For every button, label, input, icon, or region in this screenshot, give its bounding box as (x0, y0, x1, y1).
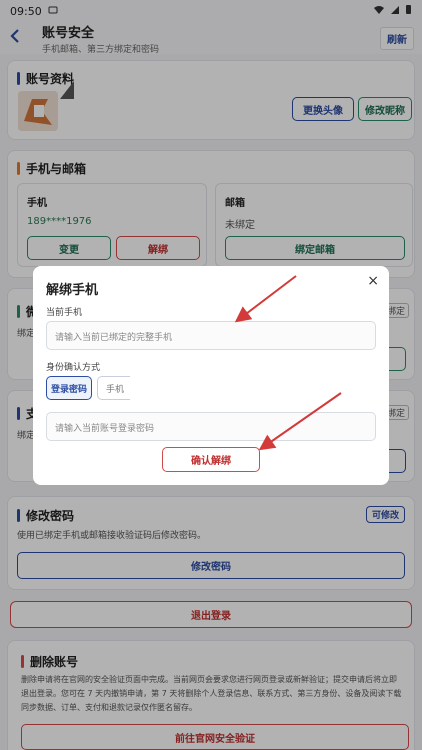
current-phone-label: 当前手机 (46, 308, 83, 318)
tab-phone-label: 手机 (106, 385, 125, 395)
login-password-input[interactable]: 请输入当前账号登录密码 (46, 412, 376, 441)
verify-method-label: 身份确认方式 (46, 363, 101, 373)
dialog-title: 解绑手机 (46, 283, 99, 298)
unbind-phone-dialog: 解绑手机 × 当前手机 请输入当前已绑定的完整手机 身份确认方式 登录密码 手机… (33, 266, 389, 485)
close-icon: × (367, 273, 379, 289)
tab-login-password[interactable]: 登录密码 (46, 376, 92, 400)
dialog-close-button[interactable]: × (367, 273, 379, 289)
current-phone-placeholder: 请输入当前已绑定的完整手机 (55, 333, 173, 343)
login-password-placeholder: 请输入当前账号登录密码 (55, 424, 155, 434)
current-phone-input[interactable]: 请输入当前已绑定的完整手机 (46, 321, 376, 350)
tab-phone[interactable]: 手机 (97, 376, 130, 400)
confirm-unbind-button[interactable]: 确认解绑 (162, 447, 260, 472)
